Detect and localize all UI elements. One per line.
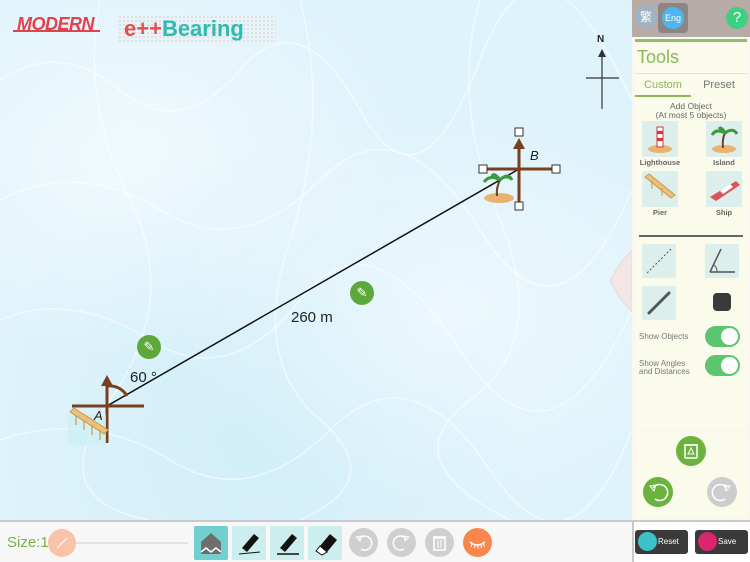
sidebar-footer: Reset Save (632, 520, 750, 562)
closed-eye-icon (469, 541, 486, 549)
tab-preset[interactable]: Preset (691, 74, 747, 97)
pen-size-slider-knob[interactable] (48, 529, 76, 557)
show-objects-label: Show Objects (639, 332, 689, 341)
distance-label: 260 m (291, 309, 333, 326)
reset-label: Reset (658, 537, 679, 546)
redo-icon (392, 535, 411, 551)
save-button[interactable]: Save (695, 530, 748, 554)
compass-north-label: N (597, 34, 605, 45)
undo-icon (354, 535, 373, 551)
tools-tabs: Custom Preset (635, 74, 747, 97)
sidebar-divider (639, 235, 743, 237)
sidebar-collapse-handle[interactable] (610, 250, 632, 312)
add-lighthouse-button[interactable] (642, 121, 678, 157)
hide-drawing-button[interactable] (463, 528, 492, 557)
island-object[interactable] (482, 173, 514, 203)
clear-objects-button[interactable] (676, 436, 706, 466)
show-angles-label-line2: and Distances (639, 367, 690, 376)
eraser-area-icon (200, 533, 222, 554)
show-angles-toggle[interactable] (705, 355, 740, 376)
language-chinese-button[interactable]: 繁 (635, 6, 657, 28)
marker-icon (277, 534, 299, 555)
add-object-heading: Add Object (At most 5 objects) (635, 102, 747, 120)
show-angles-label: Show Angles and Distances (639, 360, 690, 376)
pencil-icon: ✎ (356, 285, 368, 300)
island-icon (710, 126, 739, 153)
add-object-limit: (At most 5 objects) (655, 110, 727, 120)
pen-size-indicator-icon (56, 537, 68, 549)
draw-mode-off-button[interactable] (194, 526, 228, 560)
redo-icon (711, 483, 731, 502)
reset-trash-icon (638, 532, 657, 551)
dashed-line-tool[interactable] (642, 244, 676, 278)
drawing-canvas[interactable]: MODERN e++Bearing A B 60 ° 260 m N ✎ ✎ (0, 0, 632, 520)
edit-angle-button[interactable]: ✎ (137, 335, 161, 359)
marker-tool-button[interactable] (270, 526, 304, 560)
angle-label: 60 ° (130, 369, 157, 386)
undo-action-button[interactable] (643, 477, 673, 507)
lighthouse-icon (648, 126, 672, 153)
redo-action-button[interactable] (707, 477, 737, 507)
draw-redo-button[interactable] (387, 528, 416, 557)
drawing-toolbar: Size:1 (0, 520, 632, 562)
color-swatch-tool[interactable] (713, 293, 731, 311)
solid-line-icon (647, 291, 671, 315)
point-b-label: B (530, 148, 539, 163)
actions-panel (635, 433, 747, 518)
add-ship-button[interactable] (706, 171, 742, 207)
bearing-scene (68, 49, 619, 445)
undo-icon (649, 483, 669, 502)
add-pier-button[interactable] (642, 171, 678, 207)
draw-clear-button[interactable] (425, 528, 454, 557)
pencil-icon: ✎ (143, 339, 155, 354)
ship-icon (710, 181, 740, 201)
angle-tool[interactable] (705, 244, 739, 278)
eraser-icon (315, 534, 337, 556)
save-disk-icon (698, 532, 717, 551)
dashed-line-icon (646, 248, 672, 274)
pen-size-slider[interactable] (70, 542, 188, 544)
tools-title: Tools (635, 42, 747, 74)
island-label: Island (713, 158, 735, 167)
pen-icon (238, 534, 261, 555)
solid-line-tool[interactable] (642, 286, 676, 320)
lighthouse-label: Lighthouse (639, 158, 681, 167)
angle-icon (709, 248, 735, 273)
sidebar-header: 繁 Eng ? (632, 0, 750, 37)
pier-label: Pier (652, 208, 668, 217)
language-english-button[interactable]: Eng (662, 7, 684, 29)
help-button[interactable]: ? (726, 7, 748, 29)
north-compass (586, 49, 619, 109)
tools-sidebar: 繁 Eng ? Tools Custom Preset Add Object (… (632, 0, 750, 520)
pen-tool-button[interactable] (232, 526, 266, 560)
tools-panel: Tools Custom Preset Add Object (At most … (635, 37, 747, 430)
tab-custom[interactable]: Custom (635, 74, 691, 97)
reset-button[interactable]: Reset (635, 530, 688, 554)
pier-icon (644, 173, 676, 199)
add-island-button[interactable] (706, 121, 742, 157)
save-label: Save (718, 537, 737, 546)
point-a-label: A (94, 408, 103, 423)
trash-icon (433, 536, 446, 551)
show-objects-toggle[interactable] (705, 326, 740, 347)
edit-distance-button[interactable]: ✎ (350, 281, 374, 305)
recycle-bin-icon (684, 444, 698, 459)
ship-label: Ship (715, 208, 733, 217)
eraser-tool-button[interactable] (308, 526, 342, 560)
pen-size-label: Size:1 (7, 534, 49, 551)
draw-undo-button[interactable] (349, 528, 378, 557)
bearing-line[interactable] (106, 168, 520, 407)
